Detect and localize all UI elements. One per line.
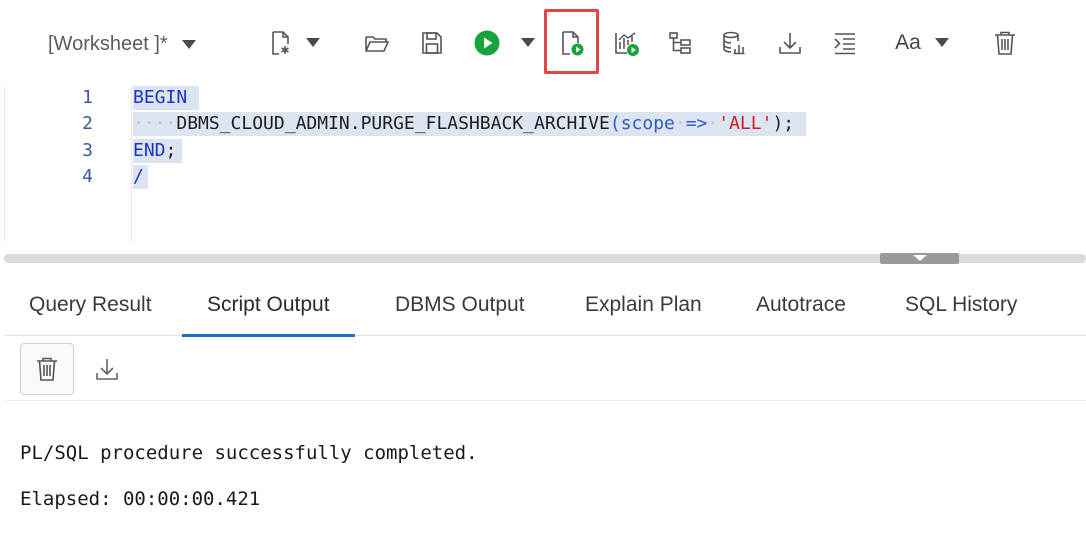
trash-icon <box>37 357 57 381</box>
output-toolbar <box>4 337 1086 401</box>
line-number: 3 <box>82 140 93 161</box>
download-output-button[interactable] <box>80 343 134 395</box>
tab-query-result[interactable]: Query Result <box>4 274 177 336</box>
keyword-begin: BEGIN <box>133 87 188 108</box>
download-button[interactable] <box>773 26 807 60</box>
parameter-name: scope <box>620 113 675 134</box>
string-literal: 'ALL' <box>718 113 773 134</box>
open-button[interactable] <box>360 26 394 60</box>
format-button[interactable] <box>828 26 862 60</box>
format-icon <box>834 33 855 55</box>
open-folder-icon <box>365 36 390 52</box>
clear-button[interactable] <box>988 26 1022 60</box>
assign-arrow: => <box>685 113 708 134</box>
tab-explain-plan[interactable]: Explain Plan <box>560 274 727 336</box>
line-number-gutter: 1 2 3 4 <box>5 86 132 242</box>
code-line-3: END; <box>133 139 183 163</box>
code-line-1: BEGIN <box>133 86 200 110</box>
run-dropdown-icon[interactable] <box>521 38 535 47</box>
space-marker: · <box>707 113 719 134</box>
download-icon <box>779 33 801 54</box>
output-line-elapsed: Elapsed: 00:00:00.421 <box>20 488 261 510</box>
worksheet-label: [Worksheet ]* <box>48 32 168 55</box>
chevron-down-icon <box>181 39 196 49</box>
tab-dbms-output[interactable]: DBMS Output <box>370 274 550 336</box>
collapse-arrow-icon <box>913 255 927 261</box>
font-size-icon: Aa <box>895 31 921 54</box>
run-statement-button[interactable] <box>470 26 504 60</box>
sql-tuning-icon <box>723 31 745 55</box>
code-area[interactable]: BEGIN ····DBMS_CLOUD_ADMIN.PURGE_FLASHBA… <box>133 86 1084 242</box>
worksheet-toolbar: [Worksheet ]* Aa <box>0 0 1086 86</box>
output-tabs: Query Result Script Output DBMS Output E… <box>4 274 1086 337</box>
code-line-2: ····DBMS_CLOUD_ADMIN.PURGE_FLASHBACK_ARC… <box>133 112 807 136</box>
script-output-text: PL/SQL procedure successfully completed.… <box>20 430 1086 522</box>
new-worksheet-button[interactable] <box>264 26 298 60</box>
line-number: 4 <box>82 166 93 187</box>
worksheet-selector[interactable]: [Worksheet ]* <box>48 30 196 58</box>
tab-autotrace[interactable]: Autotrace <box>731 274 871 336</box>
tab-sql-history[interactable]: SQL History <box>880 274 1042 336</box>
slash-terminator: / <box>133 166 144 187</box>
code-editor[interactable]: 1 2 3 4 BEGIN ····DBMS_CLOUD_ADMIN.PURGE… <box>4 86 1084 242</box>
trash-icon <box>995 31 1015 55</box>
open-paren: ( <box>609 113 621 134</box>
line-number: 1 <box>82 87 93 108</box>
autotrace-button[interactable] <box>663 26 697 60</box>
clear-output-button[interactable] <box>20 343 74 395</box>
run-statement-icon <box>474 30 500 56</box>
output-line-status: PL/SQL procedure successfully completed. <box>20 442 478 464</box>
new-worksheet-dropdown-icon[interactable] <box>306 38 320 47</box>
font-size-dropdown-icon[interactable] <box>935 38 949 47</box>
tab-script-output[interactable]: Script Output <box>182 274 355 337</box>
save-icon <box>422 32 442 54</box>
splitter-handle[interactable] <box>880 253 959 264</box>
line-number: 2 <box>82 113 93 134</box>
pane-splitter[interactable] <box>0 244 1086 272</box>
semicolon: ; <box>165 140 177 161</box>
indent-whitespace: ···· <box>133 113 177 134</box>
save-button[interactable] <box>415 26 449 60</box>
run-script-highlight <box>544 9 599 74</box>
explain-plan-button[interactable] <box>610 26 644 60</box>
procedure-name: DBMS_CLOUD_ADMIN.PURGE_FLASHBACK_ARCHIVE <box>176 113 610 134</box>
code-line-4: / <box>133 165 148 189</box>
keyword-end: END <box>133 140 166 161</box>
new-worksheet-icon <box>272 31 289 55</box>
font-size-button[interactable]: Aa <box>888 26 928 60</box>
download-icon <box>96 359 118 380</box>
space-marker: · <box>674 113 686 134</box>
autotrace-icon <box>669 32 691 54</box>
close-paren: ); <box>772 113 795 134</box>
explain-plan-icon <box>615 32 639 56</box>
sql-tuning-button[interactable] <box>717 26 751 60</box>
